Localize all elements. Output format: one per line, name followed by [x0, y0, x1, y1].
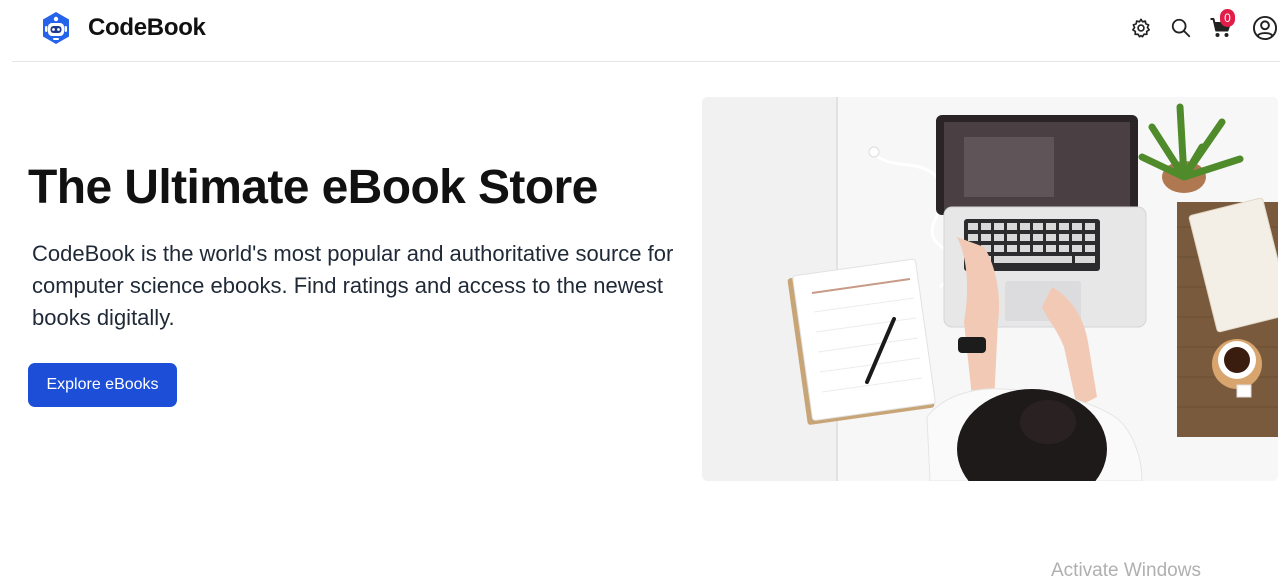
explore-ebooks-button[interactable]: Explore eBooks — [28, 363, 177, 407]
nav-icons: 0 — [1126, 9, 1280, 43]
search-icon — [1171, 18, 1191, 38]
robot-logo-icon — [43, 12, 69, 44]
brand-link[interactable]: CodeBook — [38, 8, 206, 48]
user-account-button[interactable] — [1250, 13, 1280, 43]
hero-title: The Ultimate eBook Store — [28, 161, 598, 214]
user-account-icon — [1252, 15, 1278, 41]
brand-name: CodeBook — [88, 14, 206, 41]
search-button[interactable] — [1166, 13, 1196, 43]
hero-image — [702, 97, 1278, 481]
cart-count-badge: 0 — [1220, 9, 1235, 27]
navbar: CodeBook 0 — [12, 0, 1280, 62]
cart-button[interactable]: 0 — [1206, 9, 1236, 43]
settings-icon — [1132, 18, 1150, 38]
activate-windows-watermark: Activate Windows — [1051, 560, 1201, 581]
settings-button[interactable] — [1126, 13, 1156, 43]
hero-description: CodeBook is the world's most popular and… — [32, 241, 674, 330]
